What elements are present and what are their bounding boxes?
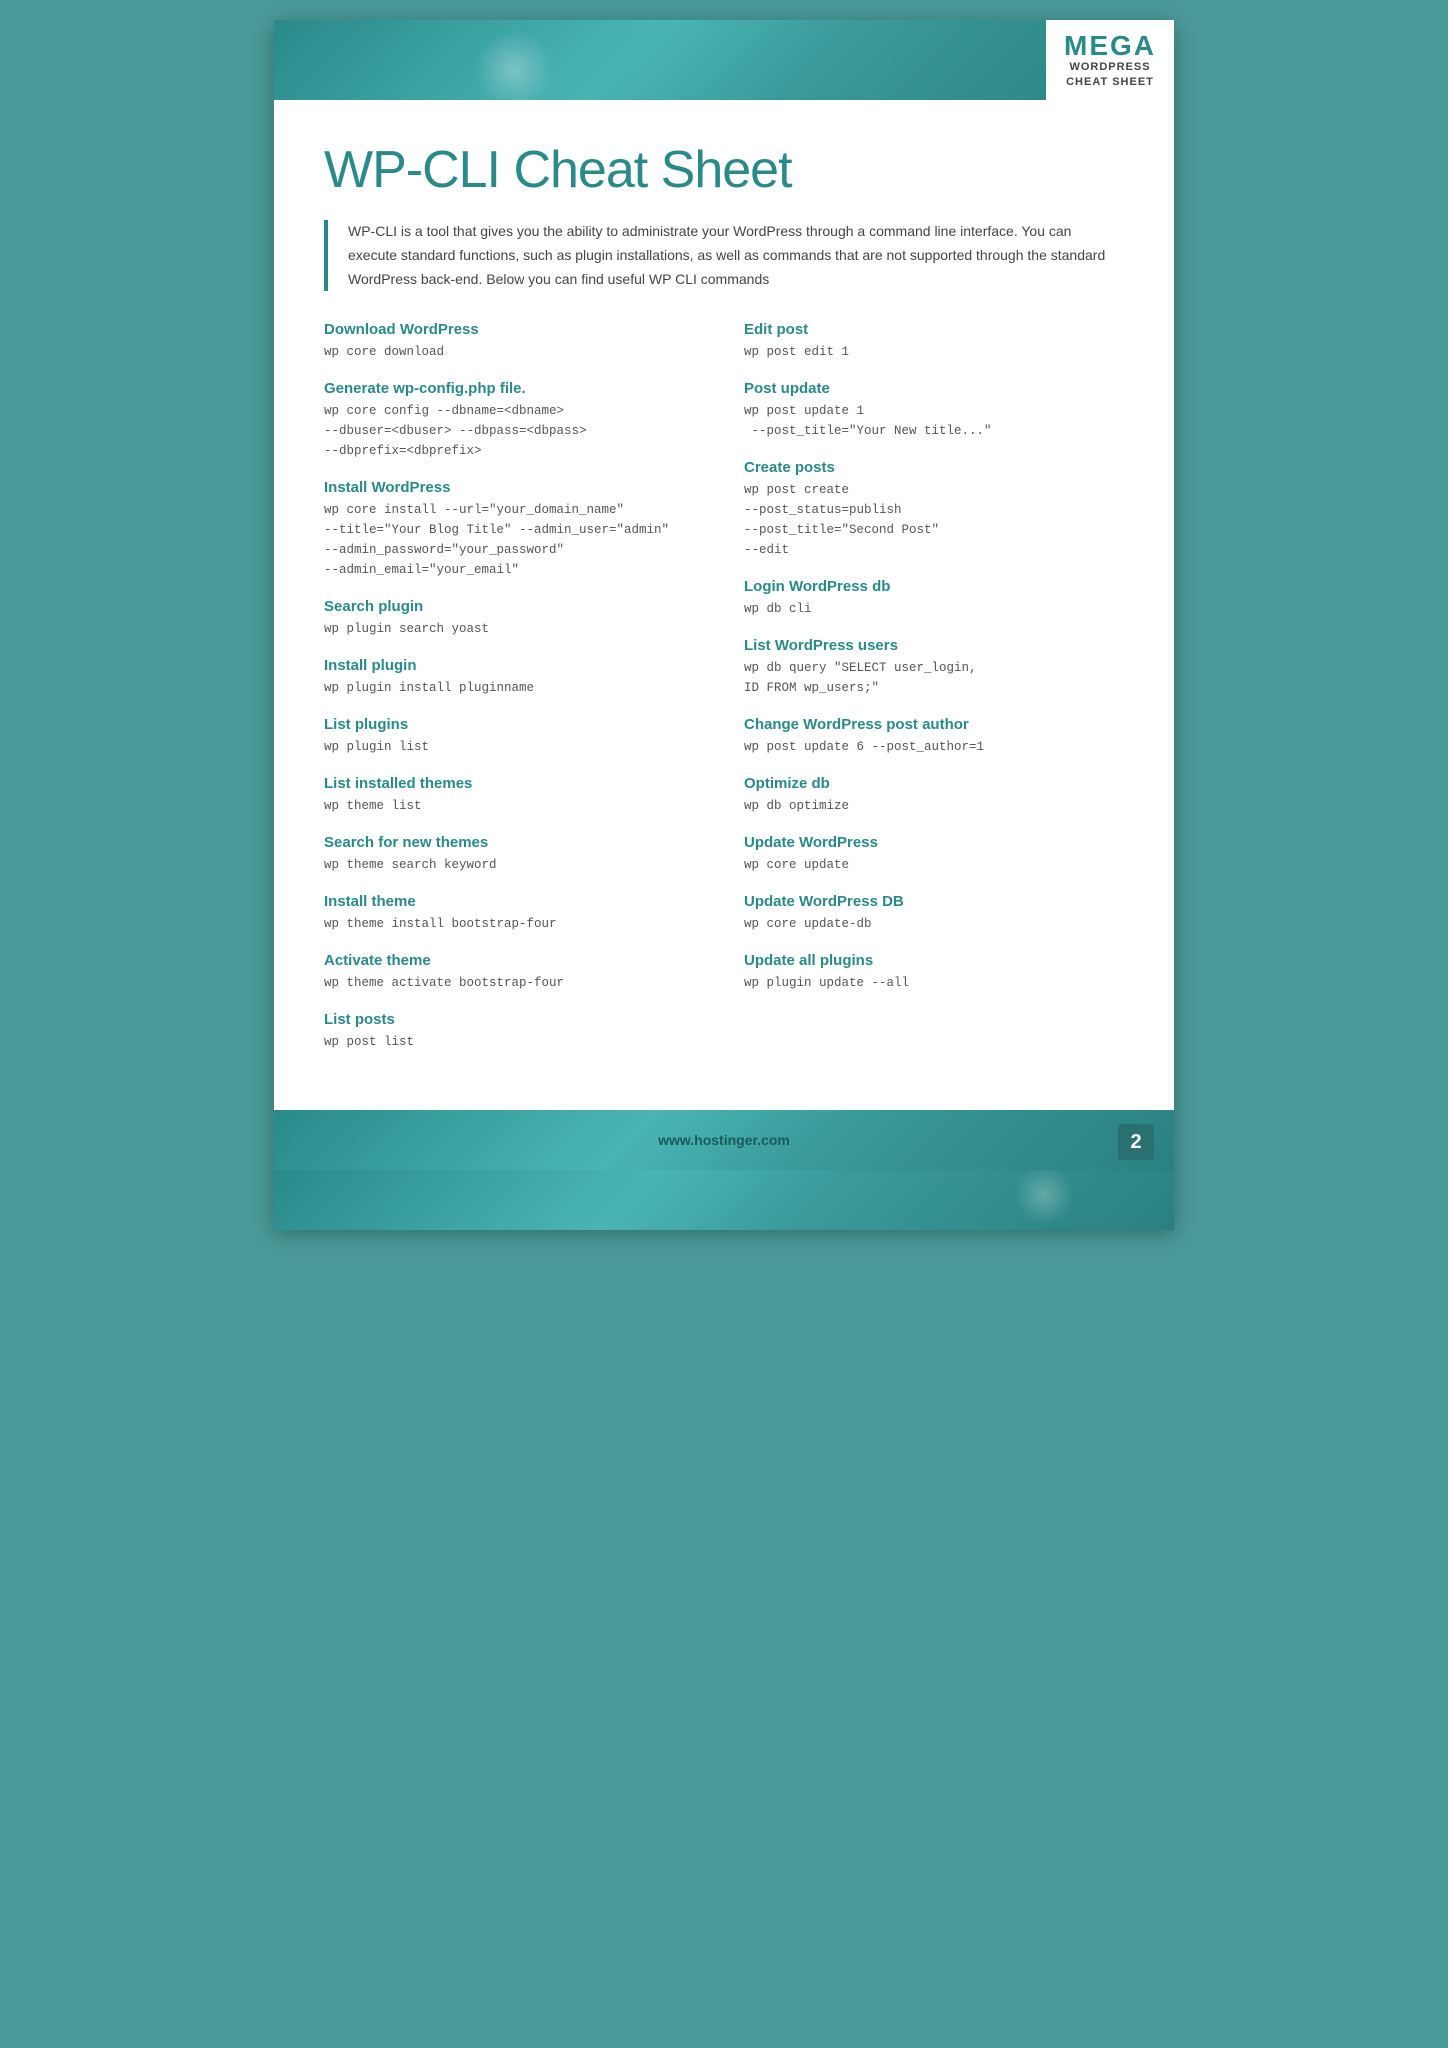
command-title: Edit post [744, 321, 1124, 338]
badge-line1: WORDPRESS [1064, 60, 1156, 75]
footer-url: www.hostinger.com [658, 1132, 790, 1148]
right-command-7: Update WordPress wp core update [744, 834, 1124, 875]
left-command-1: Generate wp-config.php file. wp core conf… [324, 380, 704, 461]
command-code: wp plugin search yoast [324, 619, 704, 639]
command-title: Install WordPress [324, 479, 704, 496]
right-command-1: Post update wp post update 1 --post_title… [744, 380, 1124, 441]
left-command-2: Install WordPress wp core install --url="… [324, 479, 704, 580]
bottom-bar [274, 1170, 1174, 1230]
command-title: Generate wp-config.php file. [324, 380, 704, 397]
command-title: Search plugin [324, 598, 704, 615]
page-wrapper: MEGA WORDPRESS CHEAT SHEET WP-CLI Cheat … [274, 20, 1174, 1230]
command-title: Change WordPress post author [744, 716, 1124, 733]
right-command-5: Change WordPress post author wp post upda… [744, 716, 1124, 757]
right-command-6: Optimize db wp db optimize [744, 775, 1124, 816]
footer-bar: www.hostinger.com 2 [274, 1110, 1174, 1170]
command-title: Optimize db [744, 775, 1124, 792]
command-title: Activate theme [324, 952, 704, 969]
left-command-3: Search plugin wp plugin search yoast [324, 598, 704, 639]
command-title: Update all plugins [744, 952, 1124, 969]
right-command-8: Update WordPress DB wp core update-db [744, 893, 1124, 934]
command-title: List plugins [324, 716, 704, 733]
command-code: wp plugin update --all [744, 973, 1124, 993]
command-title: List posts [324, 1011, 704, 1028]
command-code: wp core update-db [744, 914, 1124, 934]
command-code: wp core config --dbname=<dbname> --dbuse… [324, 401, 704, 461]
command-title: Login WordPress db [744, 578, 1124, 595]
page-number: 2 [1118, 1124, 1154, 1160]
command-code: wp theme list [324, 796, 704, 816]
command-code: wp db cli [744, 599, 1124, 619]
command-code: wp post create --post_status=publish --p… [744, 480, 1124, 560]
command-title: Search for new themes [324, 834, 704, 851]
left-command-9: Activate theme wp theme activate bootstra… [324, 952, 704, 993]
content-area: WP-CLI Cheat Sheet WP-CLI is a tool that… [274, 100, 1174, 1110]
command-title: Download WordPress [324, 321, 704, 338]
command-title: Update WordPress DB [744, 893, 1124, 910]
command-code: wp post update 6 --post_author=1 [744, 737, 1124, 757]
mega-badge: MEGA WORDPRESS CHEAT SHEET [1046, 20, 1174, 100]
command-code: wp db optimize [744, 796, 1124, 816]
right-command-3: Login WordPress db wp db cli [744, 578, 1124, 619]
intro-text: WP-CLI is a tool that gives you the abil… [348, 220, 1124, 291]
command-code: wp core download [324, 342, 704, 362]
right-command-4: List WordPress users wp db query "SELECT … [744, 637, 1124, 698]
command-code: wp core update [744, 855, 1124, 875]
command-code: wp theme install bootstrap-four [324, 914, 704, 934]
left-command-0: Download WordPress wp core download [324, 321, 704, 362]
intro-block: WP-CLI is a tool that gives you the abil… [324, 220, 1124, 291]
command-title: List WordPress users [744, 637, 1124, 654]
command-code: wp plugin install pluginname [324, 678, 704, 698]
header-bar: MEGA WORDPRESS CHEAT SHEET [274, 20, 1174, 100]
left-command-7: Search for new themes wp theme search key… [324, 834, 704, 875]
badge-line2: CHEAT SHEET [1064, 75, 1156, 90]
command-title: Install plugin [324, 657, 704, 674]
commands-grid: Download WordPress wp core download Genera… [324, 321, 1124, 1070]
left-command-5: List plugins wp plugin list [324, 716, 704, 757]
command-title: List installed themes [324, 775, 704, 792]
command-code: wp core install --url="your_domain_name"… [324, 500, 704, 580]
command-code: wp post list [324, 1032, 704, 1052]
mega-title: MEGA [1064, 32, 1156, 60]
command-title: Create posts [744, 459, 1124, 476]
right-command-9: Update all plugins wp plugin update --all [744, 952, 1124, 993]
left-command-10: List posts wp post list [324, 1011, 704, 1052]
command-code: wp theme activate bootstrap-four [324, 973, 704, 993]
right-command-0: Edit post wp post edit 1 [744, 321, 1124, 362]
left-command-6: List installed themes wp theme list [324, 775, 704, 816]
right-column: Edit post wp post edit 1 Post update wp pos… [744, 321, 1124, 1070]
command-code: wp plugin list [324, 737, 704, 757]
command-title: Install theme [324, 893, 704, 910]
page-title: WP-CLI Cheat Sheet [324, 140, 1124, 200]
command-title: Post update [744, 380, 1124, 397]
right-command-2: Create posts wp post create --post_status… [744, 459, 1124, 560]
command-code: wp post edit 1 [744, 342, 1124, 362]
left-command-4: Install plugin wp plugin install pluginna… [324, 657, 704, 698]
left-column: Download WordPress wp core download Genera… [324, 321, 704, 1070]
command-code: wp db query "SELECT user_login, ID FROM … [744, 658, 1124, 698]
left-command-8: Install theme wp theme install bootstrap-… [324, 893, 704, 934]
command-code: wp theme search keyword [324, 855, 704, 875]
command-code: wp post update 1 --post_title="Your New … [744, 401, 1124, 441]
command-title: Update WordPress [744, 834, 1124, 851]
